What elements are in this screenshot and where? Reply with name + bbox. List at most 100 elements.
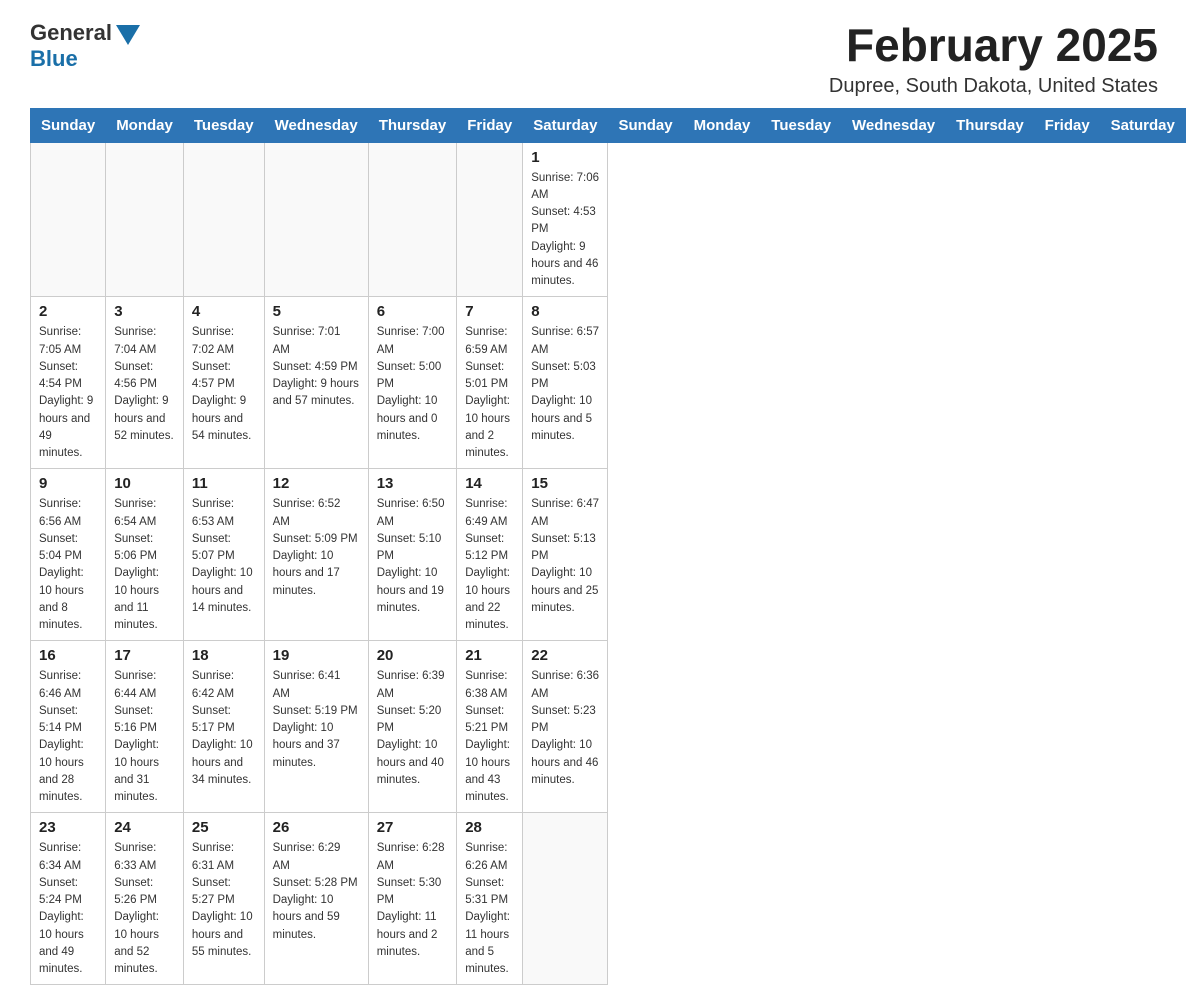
calendar-cell: 10 Sunrise: 6:54 AMSunset: 5:06 PMDayligh… — [106, 469, 184, 641]
calendar-cell — [183, 142, 264, 297]
day-number: 19 — [273, 647, 360, 664]
calendar-cell: 27Sunrise: 6:28 AMSunset: 5:30 PMDayligh… — [368, 813, 457, 985]
day-info: Sunrise: 6:36 AMSunset: 5:23 PMDaylight:… — [531, 668, 599, 789]
day-number: 22 — [531, 647, 599, 664]
day-number: 25 — [192, 819, 256, 836]
calendar-cell: 7 Sunrise: 6:59 AMSunset: 5:01 PMDaylight… — [457, 297, 523, 469]
day-number: 18 — [192, 647, 256, 664]
day-of-week-header: Wednesday — [842, 108, 946, 142]
calendar-cell: 6 Sunrise: 7:00 AMSunset: 5:00 PMDaylight… — [368, 297, 457, 469]
calendar-cell — [368, 142, 457, 297]
logo-blue-text: Blue — [30, 46, 78, 72]
day-info: Sunrise: 7:01 AMSunset: 4:59 PMDaylight:… — [273, 324, 360, 410]
day-info: Sunrise: 6:31 AMSunset: 5:27 PMDaylight:… — [192, 840, 256, 961]
calendar-cell: 26Sunrise: 6:29 AMSunset: 5:28 PMDayligh… — [264, 813, 368, 985]
calendar-week-row: 2 Sunrise: 7:05 AMSunset: 4:54 PMDaylight… — [31, 297, 1186, 469]
day-of-week-header: Thursday — [368, 108, 457, 142]
calendar-cell: 15Sunrise: 6:47 AMSunset: 5:13 PMDayligh… — [523, 469, 608, 641]
day-info: Sunrise: 6:59 AMSunset: 5:01 PMDaylight:… — [465, 324, 514, 462]
calendar-cell: 14 Sunrise: 6:49 AMSunset: 5:12 PMDayligh… — [457, 469, 523, 641]
day-number: 6 — [377, 303, 449, 320]
day-info: Sunrise: 6:41 AMSunset: 5:19 PMDaylight:… — [273, 668, 360, 772]
calendar-cell — [264, 142, 368, 297]
calendar-cell — [457, 142, 523, 297]
day-info: Sunrise: 7:06 AMSunset: 4:53 PMDaylight:… — [531, 170, 599, 291]
day-info: Sunrise: 6:50 AMSunset: 5:10 PMDaylight:… — [377, 496, 449, 617]
day-number: 23 — [39, 819, 97, 836]
day-info: Sunrise: 6:42 AMSunset: 5:17 PMDaylight:… — [192, 668, 256, 789]
day-number: 14 — [465, 475, 514, 492]
calendar-cell: 1 Sunrise: 7:06 AMSunset: 4:53 PMDaylight… — [523, 142, 608, 297]
calendar-cell: 13 Sunrise: 6:50 AMSunset: 5:10 PMDayligh… — [368, 469, 457, 641]
calendar-cell: 28 Sunrise: 6:26 AMSunset: 5:31 PMDayligh… — [457, 813, 523, 985]
day-number: 12 — [273, 475, 360, 492]
calendar-cell: 5 Sunrise: 7:01 AMSunset: 4:59 PMDaylight… — [264, 297, 368, 469]
day-of-week-header: Saturday — [523, 108, 608, 142]
day-info: Sunrise: 6:26 AMSunset: 5:31 PMDaylight:… — [465, 840, 514, 978]
logo-arrow-icon — [116, 25, 140, 45]
day-info: Sunrise: 7:05 AMSunset: 4:54 PMDaylight:… — [39, 324, 97, 462]
day-of-week-header: Saturday — [1100, 108, 1185, 142]
day-number: 11 — [192, 475, 256, 492]
day-info: Sunrise: 6:34 AMSunset: 5:24 PMDaylight:… — [39, 840, 97, 978]
day-number: 17 — [114, 647, 175, 664]
page-header: General Blue February 2025 Dupree, South… — [30, 20, 1158, 98]
day-of-week-header: Sunday — [31, 108, 106, 142]
calendar-cell: 2 Sunrise: 7:05 AMSunset: 4:54 PMDaylight… — [31, 297, 106, 469]
calendar-cell — [106, 142, 184, 297]
calendar-week-row: 16Sunrise: 6:46 AMSunset: 5:14 PMDayligh… — [31, 641, 1186, 813]
day-number: 21 — [465, 647, 514, 664]
calendar-cell: 17Sunrise: 6:44 AMSunset: 5:16 PMDayligh… — [106, 641, 184, 813]
calendar-cell: 9Sunrise: 6:56 AMSunset: 5:04 PMDaylight… — [31, 469, 106, 641]
day-info: Sunrise: 6:38 AMSunset: 5:21 PMDaylight:… — [465, 668, 514, 806]
day-number: 13 — [377, 475, 449, 492]
day-number: 10 — [114, 475, 175, 492]
day-of-week-header: Friday — [1034, 108, 1100, 142]
calendar-cell — [31, 142, 106, 297]
day-number: 9 — [39, 475, 97, 492]
day-number: 8 — [531, 303, 599, 320]
day-info: Sunrise: 6:52 AMSunset: 5:09 PMDaylight:… — [273, 496, 360, 600]
day-of-week-header: Tuesday — [183, 108, 264, 142]
logo: General Blue — [30, 20, 140, 72]
calendar-cell: 22 Sunrise: 6:36 AMSunset: 5:23 PMDayligh… — [523, 641, 608, 813]
day-number: 7 — [465, 303, 514, 320]
calendar-cell — [523, 813, 608, 985]
day-number: 16 — [39, 647, 97, 664]
calendar-cell: 8 Sunrise: 6:57 AMSunset: 5:03 PMDaylight… — [523, 297, 608, 469]
day-info: Sunrise: 6:54 AMSunset: 5:06 PMDaylight:… — [114, 496, 175, 634]
calendar-cell: 12 Sunrise: 6:52 AMSunset: 5:09 PMDayligh… — [264, 469, 368, 641]
calendar-cell: 4 Sunrise: 7:02 AMSunset: 4:57 PMDaylight… — [183, 297, 264, 469]
calendar-week-row: 1 Sunrise: 7:06 AMSunset: 4:53 PMDaylight… — [31, 142, 1186, 297]
calendar-week-row: 23 Sunrise: 6:34 AMSunset: 5:24 PMDayligh… — [31, 813, 1186, 985]
day-info: Sunrise: 7:04 AMSunset: 4:56 PMDaylight:… — [114, 324, 175, 445]
day-info: Sunrise: 6:29 AMSunset: 5:28 PMDaylight:… — [273, 840, 360, 944]
day-info: Sunrise: 6:53 AMSunset: 5:07 PMDaylight:… — [192, 496, 256, 617]
day-number: 2 — [39, 303, 97, 320]
calendar-cell: 16Sunrise: 6:46 AMSunset: 5:14 PMDayligh… — [31, 641, 106, 813]
calendar-cell: 3Sunrise: 7:04 AMSunset: 4:56 PMDaylight… — [106, 297, 184, 469]
day-of-week-header: Sunday — [608, 108, 683, 142]
day-info: Sunrise: 7:02 AMSunset: 4:57 PMDaylight:… — [192, 324, 256, 445]
calendar-cell: 23 Sunrise: 6:34 AMSunset: 5:24 PMDayligh… — [31, 813, 106, 985]
day-info: Sunrise: 6:57 AMSunset: 5:03 PMDaylight:… — [531, 324, 599, 445]
day-info: Sunrise: 6:49 AMSunset: 5:12 PMDaylight:… — [465, 496, 514, 634]
calendar-cell: 11 Sunrise: 6:53 AMSunset: 5:07 PMDayligh… — [183, 469, 264, 641]
calendar-cell: 24Sunrise: 6:33 AMSunset: 5:26 PMDayligh… — [106, 813, 184, 985]
calendar-cell: 18 Sunrise: 6:42 AMSunset: 5:17 PMDayligh… — [183, 641, 264, 813]
day-number: 5 — [273, 303, 360, 320]
day-info: Sunrise: 6:39 AMSunset: 5:20 PMDaylight:… — [377, 668, 449, 789]
day-of-week-header: Thursday — [946, 108, 1035, 142]
calendar-cell: 21 Sunrise: 6:38 AMSunset: 5:21 PMDayligh… — [457, 641, 523, 813]
day-info: Sunrise: 7:00 AMSunset: 5:00 PMDaylight:… — [377, 324, 449, 445]
location-subtitle: Dupree, South Dakota, United States — [829, 75, 1158, 98]
calendar-cell: 20Sunrise: 6:39 AMSunset: 5:20 PMDayligh… — [368, 641, 457, 813]
logo-general-text: General — [30, 20, 112, 46]
day-number: 28 — [465, 819, 514, 836]
day-of-week-header: Monday — [683, 108, 761, 142]
calendar-cell: 25 Sunrise: 6:31 AMSunset: 5:27 PMDayligh… — [183, 813, 264, 985]
day-number: 4 — [192, 303, 256, 320]
day-number: 1 — [531, 149, 599, 166]
day-info: Sunrise: 6:47 AMSunset: 5:13 PMDaylight:… — [531, 496, 599, 617]
day-of-week-header: Wednesday — [264, 108, 368, 142]
